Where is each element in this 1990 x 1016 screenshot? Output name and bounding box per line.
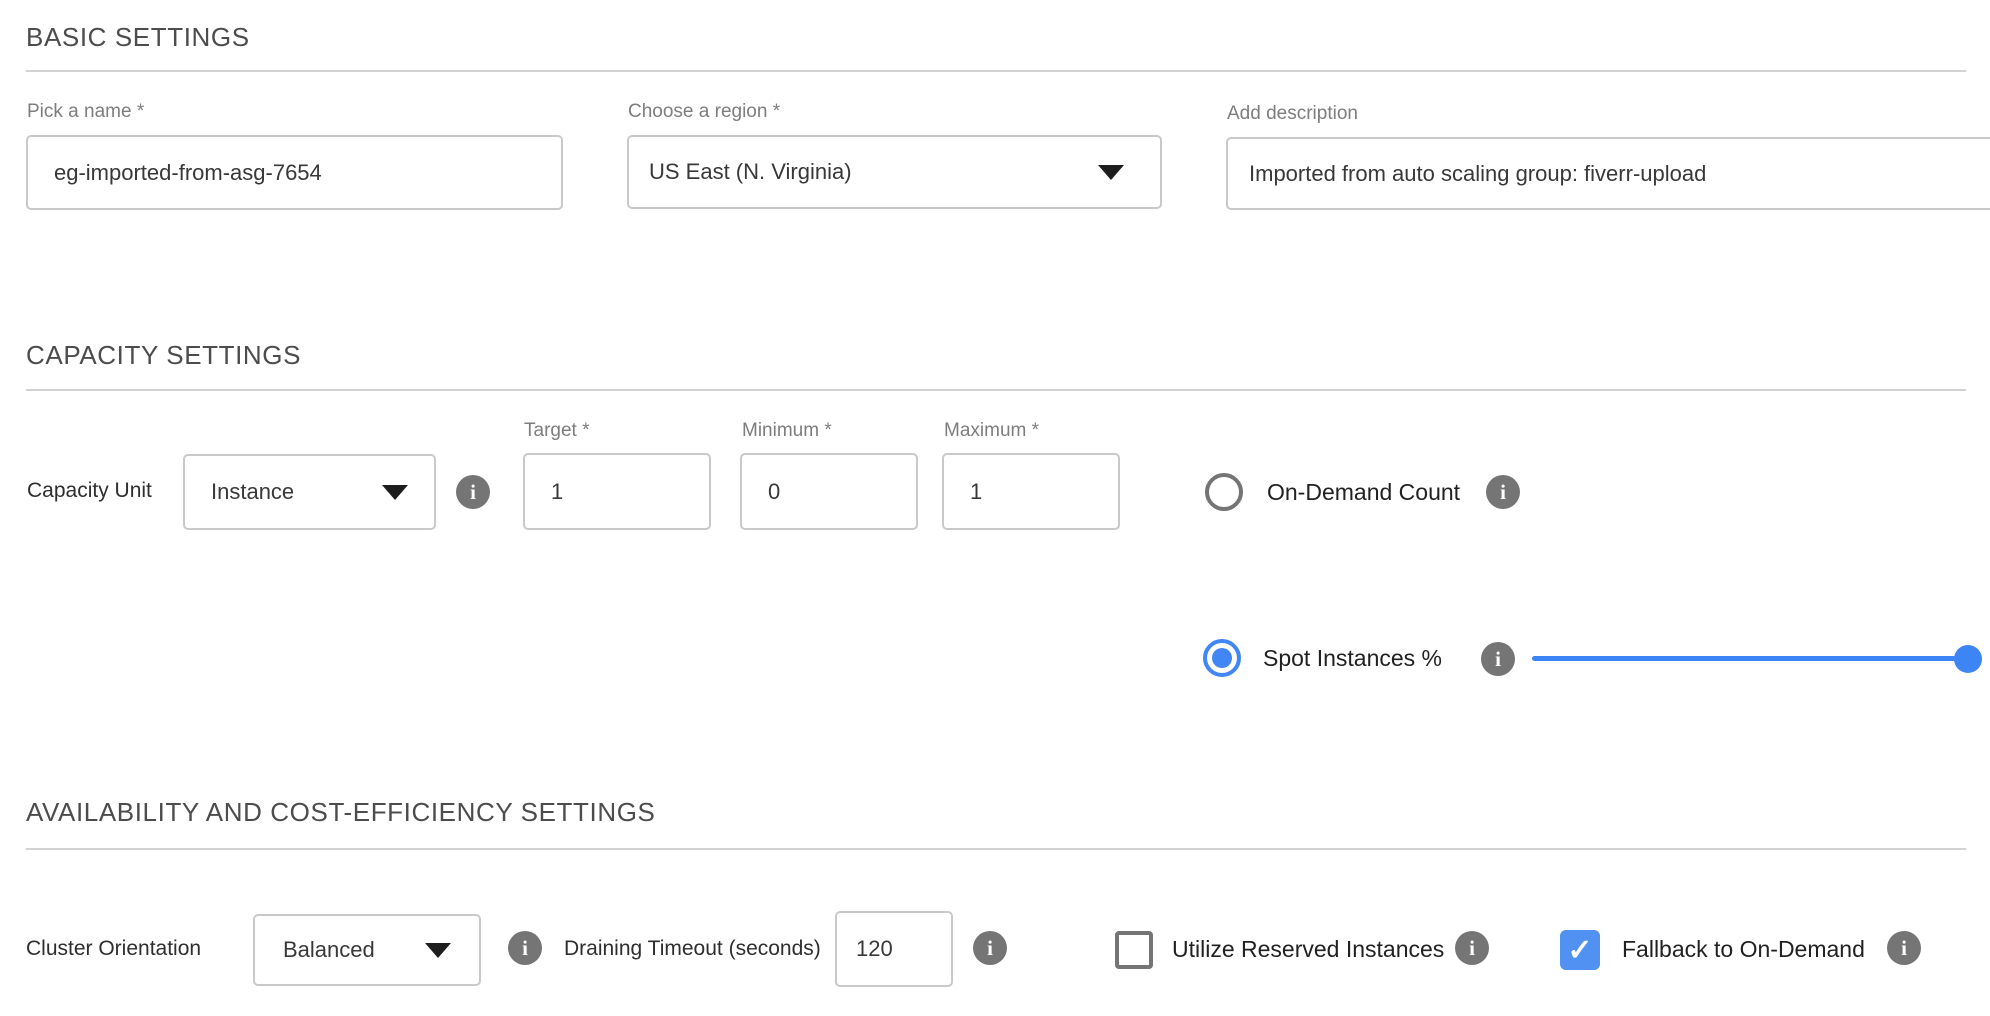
chevron-down-icon bbox=[425, 943, 451, 958]
basic-settings-divider bbox=[26, 70, 1966, 72]
region-select-value: US East (N. Virginia) bbox=[649, 159, 852, 185]
fallback-to-on-demand-info-icon[interactable]: i bbox=[1887, 931, 1921, 965]
utilize-reserved-instances-label: Utilize Reserved Instances bbox=[1172, 936, 1444, 963]
spot-instances-info-icon[interactable]: i bbox=[1481, 642, 1515, 676]
capacity-unit-info-icon[interactable]: i bbox=[456, 475, 490, 509]
on-demand-count-radio[interactable] bbox=[1205, 473, 1243, 511]
minimum-field-label: Minimum * bbox=[742, 420, 832, 442]
draining-timeout-input[interactable] bbox=[835, 911, 953, 987]
fallback-to-on-demand-checkbox[interactable]: ✓ bbox=[1560, 930, 1600, 970]
name-field-label: Pick a name * bbox=[27, 101, 144, 123]
utilize-reserved-instances-info-icon[interactable]: i bbox=[1455, 931, 1489, 965]
description-field-label: Add description bbox=[1227, 103, 1358, 125]
capacity-unit-select[interactable]: Instance bbox=[183, 454, 436, 530]
fallback-to-on-demand-label: Fallback to On-Demand bbox=[1622, 936, 1865, 963]
name-input[interactable] bbox=[26, 135, 563, 210]
spot-percentage-slider-track[interactable] bbox=[1532, 656, 1968, 661]
region-select[interactable]: US East (N. Virginia) bbox=[627, 135, 1162, 209]
chevron-down-icon bbox=[382, 485, 408, 500]
basic-settings-title: BASIC SETTINGS bbox=[26, 22, 250, 53]
spot-instances-radio[interactable] bbox=[1203, 639, 1241, 677]
cluster-orientation-select[interactable]: Balanced bbox=[253, 914, 481, 986]
radio-dot bbox=[1212, 648, 1232, 668]
description-input[interactable] bbox=[1226, 137, 1990, 210]
utilize-reserved-instances-checkbox[interactable]: ✓ bbox=[1115, 931, 1153, 969]
cluster-orientation-info-icon[interactable]: i bbox=[508, 931, 542, 965]
maximum-input[interactable] bbox=[942, 453, 1120, 530]
chevron-down-icon bbox=[1098, 165, 1124, 180]
capacity-unit-select-value: Instance bbox=[211, 479, 294, 505]
spot-instances-label: Spot Instances % bbox=[1263, 645, 1442, 672]
availability-settings-divider bbox=[26, 848, 1966, 850]
capacity-unit-label: Capacity Unit bbox=[27, 479, 152, 503]
draining-timeout-label: Draining Timeout (seconds) bbox=[564, 937, 821, 961]
target-field-label: Target * bbox=[524, 420, 589, 442]
target-input[interactable] bbox=[523, 453, 711, 530]
draining-timeout-info-icon[interactable]: i bbox=[973, 931, 1007, 965]
cluster-orientation-select-value: Balanced bbox=[283, 937, 375, 963]
radio-dot bbox=[1214, 482, 1234, 502]
on-demand-count-label: On-Demand Count bbox=[1267, 479, 1460, 506]
maximum-field-label: Maximum * bbox=[944, 420, 1039, 442]
capacity-settings-title: CAPACITY SETTINGS bbox=[26, 340, 301, 371]
spot-percentage-slider-handle[interactable] bbox=[1954, 645, 1982, 673]
elastigroup-settings-form: BASIC SETTINGS Pick a name * Choose a re… bbox=[0, 0, 1990, 1016]
cluster-orientation-label: Cluster Orientation bbox=[26, 937, 201, 961]
minimum-input[interactable] bbox=[740, 453, 918, 530]
on-demand-count-info-icon[interactable]: i bbox=[1486, 475, 1520, 509]
region-field-label: Choose a region * bbox=[628, 101, 780, 123]
capacity-settings-divider bbox=[26, 389, 1966, 391]
availability-settings-title: AVAILABILITY AND COST-EFFICIENCY SETTING… bbox=[26, 797, 655, 828]
